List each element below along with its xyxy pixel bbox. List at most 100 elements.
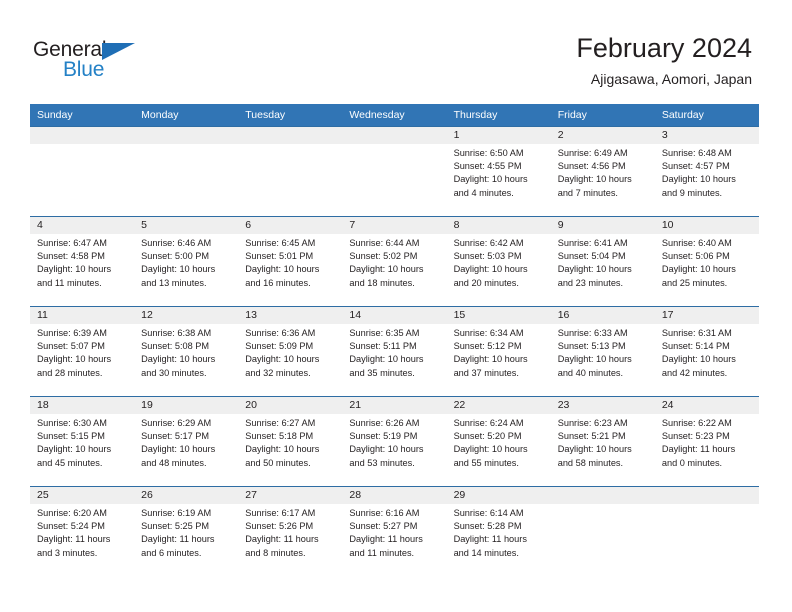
- calendar-day-cell[interactable]: 1 Sunrise: 6:50 AM Sunset: 4:55 PM Daylight…: [446, 126, 551, 217]
- calendar-day-cell[interactable]: 17 Sunrise: 6:31 AM Sunset: 5:14 PM Dayligh…: [654, 306, 759, 397]
- day-number: 12: [134, 307, 239, 324]
- day-number: 19: [134, 397, 239, 414]
- calendar-cell-empty: [134, 126, 239, 217]
- daylight-text: Daylight: 11 hours and 8 minutes.: [245, 534, 319, 558]
- sunrise-text: Sunrise: 6:46 AM: [141, 238, 212, 248]
- day-sun-info: Sunrise: 6:31 AM Sunset: 5:14 PM Daylight:…: [655, 324, 759, 380]
- calendar-day-cell[interactable]: 24 Sunrise: 6:22 AM Sunset: 5:23 PM Dayligh…: [654, 396, 759, 487]
- calendar-day-cell[interactable]: 27 Sunrise: 6:17 AM Sunset: 5:26 PM Dayligh…: [238, 486, 343, 577]
- sunset-text: Sunset: 5:18 PM: [245, 431, 314, 442]
- day-number: 14: [342, 307, 447, 324]
- calendar-week-row: 25 Sunrise: 6:20 AM Sunset: 5:24 PM Dayligh…: [30, 486, 759, 577]
- sunrise-text: Sunrise: 6:33 AM: [557, 328, 628, 338]
- day-sun-info: Sunrise: 6:49 AM Sunset: 4:56 PM Daylight:…: [551, 144, 655, 200]
- daylight-text: Daylight: 10 hours and 35 minutes.: [349, 354, 424, 378]
- calendar-day-cell[interactable]: 6 Sunrise: 6:45 AM Sunset: 5:01 PM Daylight…: [238, 216, 343, 307]
- daylight-text: Daylight: 10 hours and 11 minutes.: [37, 264, 112, 288]
- calendar-day-cell[interactable]: 28 Sunrise: 6:16 AM Sunset: 5:27 PM Dayligh…: [342, 486, 447, 577]
- day-sun-info: Sunrise: 6:39 AM Sunset: 5:07 PM Daylight:…: [30, 324, 134, 380]
- sunrise-text: Sunrise: 6:35 AM: [349, 328, 420, 338]
- calendar-day-cell[interactable]: 3 Sunrise: 6:48 AM Sunset: 4:57 PM Daylight…: [654, 126, 759, 217]
- day-number: 24: [654, 397, 759, 414]
- calendar-day-cell[interactable]: 22 Sunrise: 6:24 AM Sunset: 5:20 PM Dayligh…: [446, 396, 551, 487]
- day-number: 18: [30, 397, 135, 414]
- calendar-day-cell[interactable]: 16 Sunrise: 6:33 AM Sunset: 5:13 PM Dayligh…: [550, 306, 655, 397]
- calendar-day-cell[interactable]: 4 Sunrise: 6:47 AM Sunset: 4:58 PM Daylight…: [30, 216, 135, 307]
- calendar-day-cell[interactable]: 9 Sunrise: 6:41 AM Sunset: 5:04 PM Daylight…: [550, 216, 655, 307]
- day-number: 23: [550, 397, 655, 414]
- calendar-day-cell[interactable]: 14 Sunrise: 6:35 AM Sunset: 5:11 PM Dayligh…: [342, 306, 447, 397]
- day-number: 2: [550, 127, 655, 144]
- daylight-text: Daylight: 10 hours and 45 minutes.: [37, 444, 112, 468]
- daylight-text: Daylight: 10 hours and 50 minutes.: [245, 444, 320, 468]
- calendar-day-cell[interactable]: 7 Sunrise: 6:44 AM Sunset: 5:02 PM Daylight…: [342, 216, 447, 307]
- day-number: 22: [446, 397, 551, 414]
- day-number: 25: [30, 487, 135, 504]
- calendar-day-cell[interactable]: 21 Sunrise: 6:26 AM Sunset: 5:19 PM Dayligh…: [342, 396, 447, 487]
- day-sun-info: Sunrise: 6:24 AM Sunset: 5:20 PM Daylight:…: [447, 414, 551, 470]
- sunset-text: Sunset: 5:19 PM: [349, 431, 418, 442]
- sunrise-text: Sunrise: 6:23 AM: [557, 418, 628, 428]
- calendar-day-cell[interactable]: 23 Sunrise: 6:23 AM Sunset: 5:21 PM Dayligh…: [550, 396, 655, 487]
- calendar-day-cell[interactable]: 25 Sunrise: 6:20 AM Sunset: 5:24 PM Dayligh…: [30, 486, 135, 577]
- sunset-text: Sunset: 5:20 PM: [453, 431, 522, 442]
- day-number: 7: [342, 217, 447, 234]
- calendar-day-cell[interactable]: 15 Sunrise: 6:34 AM Sunset: 5:12 PM Dayligh…: [446, 306, 551, 397]
- calendar-cell-empty: [342, 126, 447, 217]
- calendar-day-cell[interactable]: 12 Sunrise: 6:38 AM Sunset: 5:08 PM Dayligh…: [134, 306, 239, 397]
- day-sun-info: Sunrise: 6:41 AM Sunset: 5:04 PM Daylight:…: [551, 234, 655, 290]
- calendar-week-row: 11 Sunrise: 6:39 AM Sunset: 5:07 PM Dayligh…: [30, 306, 759, 397]
- daylight-text: Daylight: 10 hours and 28 minutes.: [37, 354, 112, 378]
- daylight-text: Daylight: 10 hours and 20 minutes.: [453, 264, 528, 288]
- calendar-page: General Blue February 2024 Ajigasawa, Ao…: [0, 0, 792, 612]
- page-subtitle: Ajigasawa, Aomori, Japan: [590, 71, 752, 87]
- day-sun-info: Sunrise: 6:40 AM Sunset: 5:06 PM Daylight:…: [655, 234, 759, 290]
- calendar-day-cell[interactable]: 8 Sunrise: 6:42 AM Sunset: 5:03 PM Daylight…: [446, 216, 551, 307]
- sunset-text: Sunset: 5:02 PM: [349, 251, 418, 262]
- calendar-day-cell[interactable]: 20 Sunrise: 6:27 AM Sunset: 5:18 PM Dayligh…: [238, 396, 343, 487]
- weekday-header-monday: Monday: [134, 104, 239, 127]
- sunrise-text: Sunrise: 6:31 AM: [661, 328, 732, 338]
- calendar-week-row: 18 Sunrise: 6:30 AM Sunset: 5:15 PM Dayligh…: [30, 396, 759, 487]
- daylight-text: Daylight: 10 hours and 13 minutes.: [141, 264, 216, 288]
- weekday-header-tuesday: Tuesday: [238, 104, 343, 127]
- sunrise-text: Sunrise: 6:20 AM: [37, 508, 107, 518]
- general-blue-logo[interactable]: General Blue: [33, 38, 213, 88]
- day-sun-info: Sunrise: 6:27 AM Sunset: 5:18 PM Daylight:…: [238, 414, 342, 470]
- calendar-cell-empty: [654, 486, 759, 577]
- sunset-text: Sunset: 5:03 PM: [453, 251, 522, 262]
- day-number: 8: [446, 217, 551, 234]
- sunset-text: Sunset: 5:23 PM: [661, 431, 730, 442]
- day-number: [342, 127, 447, 144]
- day-sun-info: Sunrise: 6:16 AM Sunset: 5:27 PM Daylight:…: [342, 504, 446, 560]
- day-number: 4: [30, 217, 135, 234]
- day-number: 9: [550, 217, 655, 234]
- sunset-text: Sunset: 5:00 PM: [141, 251, 210, 262]
- day-sun-info: Sunrise: 6:30 AM Sunset: 5:15 PM Daylight:…: [30, 414, 134, 470]
- sunset-text: Sunset: 5:09 PM: [245, 341, 314, 352]
- sunrise-text: Sunrise: 6:38 AM: [141, 328, 212, 338]
- daylight-text: Daylight: 10 hours and 30 minutes.: [141, 354, 216, 378]
- calendar-day-cell[interactable]: 29 Sunrise: 6:14 AM Sunset: 5:28 PM Dayligh…: [446, 486, 551, 577]
- day-sun-info: Sunrise: 6:45 AM Sunset: 5:01 PM Daylight:…: [238, 234, 342, 290]
- day-sun-info: Sunrise: 6:34 AM Sunset: 5:12 PM Daylight:…: [447, 324, 551, 380]
- calendar-table: Sunday Monday Tuesday Wednesday Thursday Frid…: [30, 104, 759, 577]
- calendar-day-cell[interactable]: 13 Sunrise: 6:36 AM Sunset: 5:09 PM Dayligh…: [238, 306, 343, 397]
- sunset-text: Sunset: 4:57 PM: [661, 161, 730, 172]
- calendar-day-cell[interactable]: 10 Sunrise: 6:40 AM Sunset: 5:06 PM Dayligh…: [654, 216, 759, 307]
- calendar-day-cell[interactable]: 2 Sunrise: 6:49 AM Sunset: 4:56 PM Daylight…: [550, 126, 655, 217]
- sunrise-text: Sunrise: 6:19 AM: [141, 508, 212, 518]
- calendar-day-cell[interactable]: 26 Sunrise: 6:19 AM Sunset: 5:25 PM Dayligh…: [134, 486, 239, 577]
- calendar-day-cell[interactable]: 19 Sunrise: 6:29 AM Sunset: 5:17 PM Dayligh…: [134, 396, 239, 487]
- daylight-text: Daylight: 11 hours and 6 minutes.: [141, 534, 215, 558]
- page-title: February 2024: [576, 33, 752, 63]
- sunset-text: Sunset: 5:12 PM: [453, 341, 522, 352]
- sunrise-text: Sunrise: 6:27 AM: [245, 418, 316, 428]
- calendar-day-cell[interactable]: 5 Sunrise: 6:46 AM Sunset: 5:00 PM Daylight…: [134, 216, 239, 307]
- day-sun-info: Sunrise: 6:23 AM Sunset: 5:21 PM Daylight:…: [551, 414, 655, 470]
- calendar-day-cell[interactable]: 18 Sunrise: 6:30 AM Sunset: 5:15 PM Dayligh…: [30, 396, 135, 487]
- day-number: 28: [342, 487, 447, 504]
- daylight-text: Daylight: 10 hours and 16 minutes.: [245, 264, 320, 288]
- sunset-text: Sunset: 5:17 PM: [141, 431, 210, 442]
- calendar-day-cell[interactable]: 11 Sunrise: 6:39 AM Sunset: 5:07 PM Dayligh…: [30, 306, 135, 397]
